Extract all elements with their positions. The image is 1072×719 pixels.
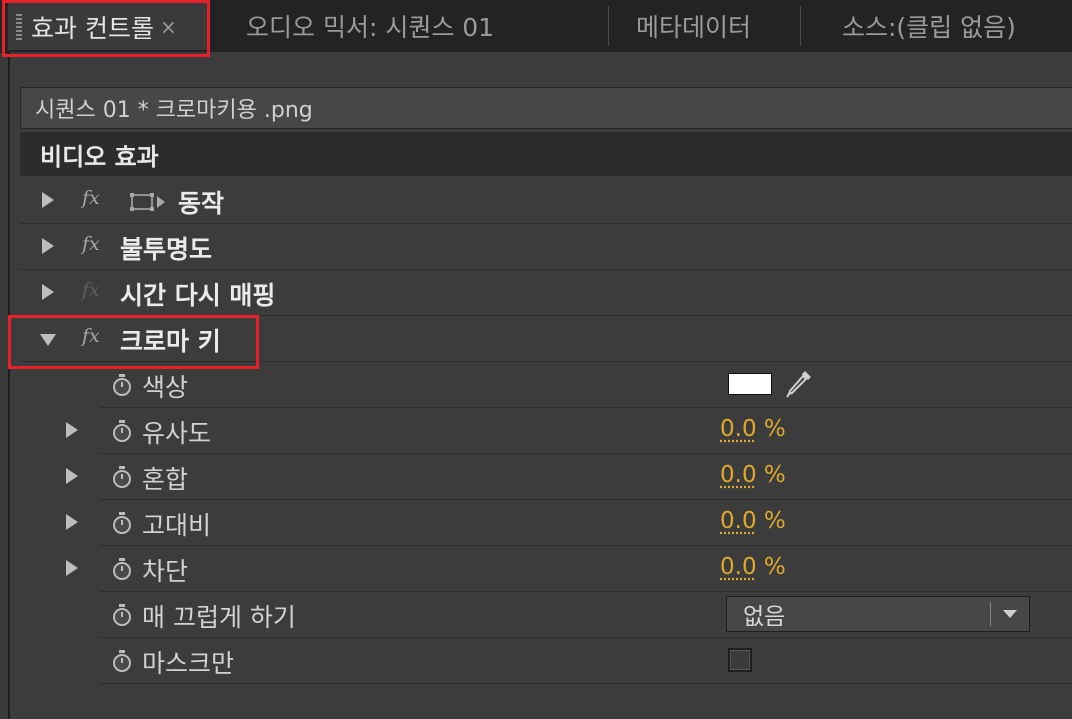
expand-triangle-icon[interactable] — [66, 560, 78, 576]
cutoff-value[interactable]: 0.0 % — [720, 554, 786, 580]
cutoff-number[interactable]: 0.0 — [720, 554, 757, 580]
expand-triangle-icon[interactable] — [66, 468, 78, 484]
similarity-value[interactable]: 0.0 % — [720, 416, 786, 442]
contrast-unit: % — [763, 508, 786, 534]
param-row-blend: 혼합 0.0 % — [66, 454, 1072, 500]
fx-icon[interactable]: fx — [82, 187, 100, 209]
tab-audio-mixer-label: 오디오 믹서: 시퀀스 01 — [246, 13, 495, 42]
blend-value[interactable]: 0.0 % — [720, 462, 786, 488]
panel-tab-bar: 효과 컨트롤 × 오디오 믹서: 시퀀스 01 메타데이터 소스:(클립 없음) — [0, 0, 1072, 53]
similarity-unit: % — [763, 416, 786, 442]
stopwatch-icon[interactable] — [112, 420, 132, 442]
param-row-smoothing: 매 끄럽게 하기 없음 — [100, 592, 1072, 638]
cutoff-unit: % — [763, 554, 786, 580]
tab-source[interactable]: 소스:(클립 없음) — [842, 2, 1016, 50]
tab-effect-controls-label: 효과 컨트롤 — [31, 13, 154, 43]
eyedropper-icon[interactable] — [784, 368, 814, 400]
smoothing-dropdown[interactable]: 없음 — [726, 596, 1030, 632]
video-effects-header: 비디오 효과 — [20, 132, 1072, 176]
effect-row-time-remapping[interactable]: fx 시간 다시 매핑 — [20, 270, 1072, 316]
expand-triangle-icon[interactable] — [42, 238, 54, 254]
stopwatch-icon[interactable] — [112, 512, 132, 534]
tab-effect-controls[interactable]: 효과 컨트롤 × — [8, 2, 208, 50]
blend-unit: % — [763, 462, 786, 488]
fx-icon: fx — [82, 279, 100, 301]
tab-audio-mixer[interactable]: 오디오 믹서: 시퀀스 01 — [246, 2, 494, 50]
param-label-contrast: 고대비 — [142, 511, 212, 540]
motion-transform-icon — [130, 193, 165, 211]
effect-label-motion: 동작 — [178, 189, 225, 218]
stopwatch-icon[interactable] — [112, 466, 132, 488]
effect-controls-panel: 시퀀스 01 * 크로마키용 .png 비디오 효과 fx 동작 fx 불투명도 — [8, 52, 1072, 719]
param-row-contrast: 고대비 0.0 % — [66, 500, 1072, 546]
expand-triangle-icon[interactable] — [42, 284, 54, 300]
param-label-blend: 혼합 — [142, 465, 189, 494]
smoothing-dropdown-value: 없음 — [743, 604, 786, 630]
expand-triangle-icon[interactable] — [66, 514, 78, 530]
stopwatch-icon[interactable] — [112, 558, 132, 580]
effect-label-chroma-key: 크로마 키 — [120, 327, 221, 356]
param-label-cutoff: 차단 — [142, 557, 189, 586]
tab-source-label: 소스:(클립 없음) — [842, 13, 1016, 42]
clip-name-bar[interactable]: 시퀀스 01 * 크로마키용 .png — [20, 87, 1072, 129]
stopwatch-icon[interactable] — [112, 374, 132, 396]
effect-row-opacity[interactable]: fx 불투명도 — [20, 224, 1072, 270]
tab-divider — [800, 6, 801, 46]
contrast-number[interactable]: 0.0 — [720, 508, 757, 534]
blend-number[interactable]: 0.0 — [720, 462, 757, 488]
param-row-similarity: 유사도 0.0 % — [66, 408, 1072, 454]
contrast-value[interactable]: 0.0 % — [720, 508, 786, 534]
effect-controls-window: 효과 컨트롤 × 오디오 믹서: 시퀀스 01 메타데이터 소스:(클립 없음)… — [0, 0, 1072, 719]
effect-row-motion[interactable]: fx 동작 — [20, 178, 1072, 224]
tab-metadata-label: 메타데이터 — [636, 13, 752, 42]
expand-triangle-icon[interactable] — [42, 192, 54, 208]
collapse-triangle-icon[interactable] — [40, 334, 56, 346]
param-row-mask-only: 마스크만 — [100, 638, 1072, 684]
stopwatch-icon[interactable] — [112, 604, 132, 626]
expand-triangle-icon[interactable] — [66, 422, 78, 438]
close-icon[interactable]: × — [160, 15, 177, 39]
effect-row-chroma-key[interactable]: fx 크로마 키 — [20, 316, 1072, 362]
effect-label-opacity: 불투명도 — [120, 235, 213, 264]
tab-divider — [608, 6, 609, 46]
drag-grip-icon[interactable] — [16, 13, 22, 40]
video-effects-title: 비디오 효과 — [40, 142, 159, 171]
param-row-cutoff: 차단 0.0 % — [66, 546, 1072, 592]
fx-icon[interactable]: fx — [82, 233, 100, 255]
param-label-color: 색상 — [142, 373, 189, 402]
dropdown-arrow-icon[interactable] — [991, 609, 1029, 619]
param-label-smoothing: 매 끄럽게 하기 — [142, 603, 296, 632]
similarity-number[interactable]: 0.0 — [720, 416, 757, 442]
fx-icon[interactable]: fx — [82, 325, 100, 347]
effect-label-time-remapping: 시간 다시 매핑 — [120, 281, 276, 310]
color-swatch[interactable] — [728, 373, 772, 395]
tab-metadata[interactable]: 메타데이터 — [636, 2, 751, 50]
clip-name-label: 시퀀스 01 * 크로마키용 .png — [35, 98, 313, 123]
param-row-color: 색상 — [100, 362, 1072, 408]
stopwatch-icon[interactable] — [112, 650, 132, 672]
param-label-similarity: 유사도 — [142, 419, 212, 448]
mask-only-checkbox[interactable] — [728, 648, 752, 672]
param-label-mask-only: 마스크만 — [142, 649, 235, 678]
